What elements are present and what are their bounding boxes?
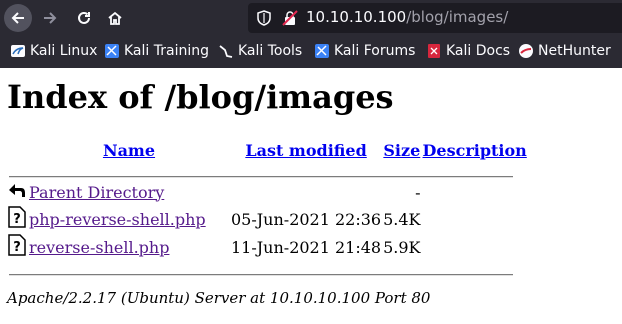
back-folder-icon	[9, 184, 25, 197]
bookmark-label: NetHunter	[538, 43, 611, 59]
header-last-modified: Last modified	[231, 140, 381, 168]
back-arrow-icon	[11, 12, 24, 24]
bookmarks-bar: Kali Linux Kali Training Kali Tools Kali…	[0, 36, 622, 68]
home-button[interactable]	[101, 4, 129, 32]
row-modified-cell: 11-Jun-2021 21:48	[231, 237, 382, 257]
bookmark-nethunter[interactable]: NetHunter	[518, 43, 611, 59]
row-size-cell: 5.4K	[383, 209, 421, 229]
page-title: Index of /blog/images	[7, 78, 394, 116]
table-row: ? reverse-shell.php 11-Jun-2021 21:48 5.…	[7, 234, 527, 260]
footer-divider	[9, 274, 513, 276]
directory-listing-table: Name Last modified Size Description Pare…	[5, 138, 529, 262]
server-signature: Apache/2.2.17 (Ubuntu) Server at 10.10.1…	[7, 289, 431, 307]
kali-docs-icon	[426, 43, 442, 59]
header-icon-spacer	[7, 140, 27, 168]
table-row: Parent Directory -	[7, 180, 527, 204]
home-icon	[108, 11, 122, 25]
svg-text:?: ?	[13, 212, 21, 227]
unknown-file-icon: ?	[8, 206, 26, 228]
row-size-cell: 5.9K	[383, 237, 421, 257]
row-modified-cell	[231, 180, 381, 204]
nethunter-icon	[518, 43, 534, 59]
bookmark-kali-training[interactable]: Kali Training	[104, 43, 209, 59]
reload-button[interactable]	[70, 4, 98, 32]
url-path: /blog/images/	[406, 8, 509, 26]
bookmark-label: Kali Linux	[30, 43, 98, 59]
row-icon-cell: ?	[7, 234, 27, 260]
bookmark-kali-docs[interactable]: Kali Docs	[426, 43, 510, 59]
parent-directory-link[interactable]: Parent Directory	[29, 183, 164, 202]
sort-by-modified-link[interactable]: Last modified	[245, 141, 366, 160]
svg-text:?: ?	[13, 240, 21, 255]
row-icon-cell	[7, 180, 27, 204]
file-link[interactable]: reverse-shell.php	[29, 238, 169, 257]
unknown-file-icon: ?	[8, 234, 26, 256]
row-icon-cell: ?	[7, 206, 27, 232]
row-name-cell: php-reverse-shell.php	[29, 206, 229, 232]
bookmark-kali-forums[interactable]: Kali Forums	[314, 43, 415, 59]
reload-icon	[78, 11, 90, 24]
bookmark-label: Kali Tools	[238, 43, 303, 59]
row-size-cell: -	[415, 182, 421, 202]
header-description: Description	[423, 140, 527, 168]
bookmark-label: Kali Forums	[334, 43, 416, 59]
bookmark-kali-linux[interactable]: Kali Linux	[10, 43, 97, 59]
insecure-lock-icon[interactable]	[282, 10, 298, 26]
sort-by-size-link[interactable]: Size	[383, 141, 420, 160]
bookmark-kali-tools[interactable]: Kali Tools	[218, 43, 302, 59]
row-modified-cell: 05-Jun-2021 22:36	[231, 209, 382, 229]
url-bar[interactable]: 10.10.10.100/blog/images/	[248, 3, 622, 33]
row-description-cell	[423, 180, 527, 204]
row-name-cell: reverse-shell.php	[29, 234, 229, 260]
file-link[interactable]: php-reverse-shell.php	[29, 210, 206, 229]
url-host: 10.10.10.100	[306, 8, 407, 26]
kali-tools-icon	[218, 43, 234, 59]
row-description-cell	[423, 234, 527, 260]
browser-toolbar: 10.10.10.100/blog/images/	[0, 0, 622, 36]
row-name-cell: Parent Directory	[29, 180, 229, 204]
bookmark-label: Kali Training	[124, 43, 209, 59]
header-divider	[9, 176, 513, 178]
forward-arrow-icon	[44, 12, 57, 24]
forward-button[interactable]	[36, 4, 64, 32]
kali-training-icon	[104, 43, 120, 59]
url-text[interactable]: 10.10.10.100/blog/images/	[306, 8, 508, 26]
sort-by-description-link[interactable]: Description	[423, 141, 527, 160]
kali-forums-icon	[314, 43, 330, 59]
back-button[interactable]	[4, 4, 32, 32]
row-description-cell	[423, 206, 527, 232]
header-name: Name	[29, 140, 229, 168]
sort-by-name-link[interactable]: Name	[103, 141, 155, 160]
header-size: Size	[383, 140, 420, 168]
kali-dragon-icon	[10, 43, 26, 59]
tracking-shield-icon[interactable]	[256, 10, 272, 26]
table-row: ? php-reverse-shell.php 05-Jun-2021 22:3…	[7, 206, 527, 232]
bookmark-label: Kali Docs	[446, 43, 511, 59]
table-header-row: Name Last modified Size Description	[7, 140, 527, 168]
